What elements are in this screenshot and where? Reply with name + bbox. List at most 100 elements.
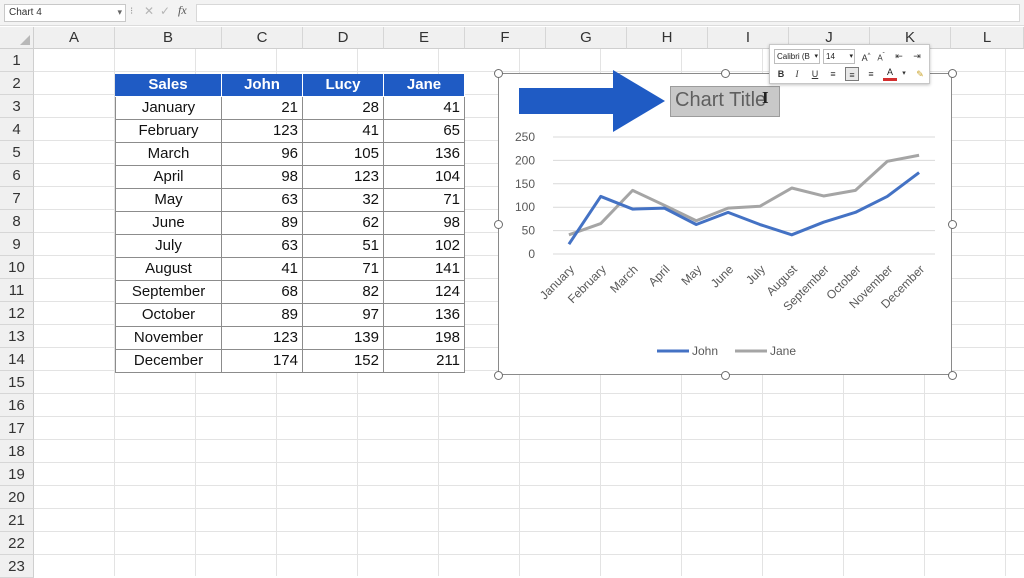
column-header-b[interactable]: B xyxy=(115,27,222,49)
resize-handle[interactable] xyxy=(948,371,957,380)
value-cell[interactable]: 139 xyxy=(303,327,384,350)
resize-handle[interactable] xyxy=(494,371,503,380)
column-header-a[interactable]: A xyxy=(34,27,115,49)
value-cell[interactable]: 105 xyxy=(303,143,384,166)
row-header-16[interactable]: 16 xyxy=(0,394,34,417)
value-cell[interactable]: 68 xyxy=(222,281,303,304)
value-cell[interactable]: 141 xyxy=(384,258,465,281)
resize-handle[interactable] xyxy=(494,69,503,78)
month-cell[interactable]: May xyxy=(115,189,222,212)
chevron-down-icon[interactable]: ▾ xyxy=(897,67,911,81)
value-cell[interactable]: 198 xyxy=(384,327,465,350)
month-cell[interactable]: October xyxy=(115,304,222,327)
value-cell[interactable]: 32 xyxy=(303,189,384,212)
increase-font-size-icon[interactable]: A^ xyxy=(859,49,873,63)
month-cell[interactable]: March xyxy=(115,143,222,166)
month-cell[interactable]: April xyxy=(115,166,222,189)
value-cell[interactable]: 82 xyxy=(303,281,384,304)
font-select[interactable]: Calibri (B ▾ xyxy=(774,49,820,64)
bold-button[interactable]: B xyxy=(774,67,788,81)
value-cell[interactable]: 41 xyxy=(222,258,303,281)
row-header-17[interactable]: 17 xyxy=(0,417,34,440)
underline-button[interactable]: U xyxy=(808,67,822,81)
column-header-d[interactable]: D xyxy=(303,27,384,49)
insert-function-button[interactable]: fx xyxy=(178,3,187,18)
value-cell[interactable]: 152 xyxy=(303,350,384,373)
cancel-icon[interactable]: ✕ xyxy=(144,4,154,18)
column-header-e[interactable]: E xyxy=(384,27,465,49)
value-cell[interactable]: 21 xyxy=(222,97,303,120)
month-cell[interactable]: January xyxy=(115,97,222,120)
value-cell[interactable]: 136 xyxy=(384,143,465,166)
arrow-shape[interactable] xyxy=(519,70,669,132)
month-cell[interactable]: December xyxy=(115,350,222,373)
resize-handle[interactable] xyxy=(494,220,503,229)
table-header-cell[interactable]: John xyxy=(222,74,303,97)
value-cell[interactable]: 63 xyxy=(222,235,303,258)
row-header-18[interactable]: 18 xyxy=(0,440,34,463)
row-header-22[interactable]: 22 xyxy=(0,532,34,555)
italic-button[interactable]: I xyxy=(790,67,804,81)
value-cell[interactable]: 41 xyxy=(384,97,465,120)
row-header-4[interactable]: 4 xyxy=(0,118,34,141)
value-cell[interactable]: 51 xyxy=(303,235,384,258)
value-cell[interactable]: 65 xyxy=(384,120,465,143)
resize-handle[interactable] xyxy=(948,220,957,229)
row-header-12[interactable]: 12 xyxy=(0,302,34,325)
table-header-cell[interactable]: Lucy xyxy=(303,74,384,97)
row-header-8[interactable]: 8 xyxy=(0,210,34,233)
value-cell[interactable]: 124 xyxy=(384,281,465,304)
month-cell[interactable]: July xyxy=(115,235,222,258)
increase-indent-icon[interactable]: ⇥ xyxy=(910,49,924,63)
enter-icon[interactable]: ✓ xyxy=(160,4,170,18)
legend-label[interactable]: Jane xyxy=(770,344,796,358)
value-cell[interactable]: 123 xyxy=(303,166,384,189)
row-header-10[interactable]: 10 xyxy=(0,256,34,279)
row-header-14[interactable]: 14 xyxy=(0,348,34,371)
resize-handle[interactable] xyxy=(721,371,730,380)
row-header-9[interactable]: 9 xyxy=(0,233,34,256)
row-header-11[interactable]: 11 xyxy=(0,279,34,302)
column-header-l[interactable]: L xyxy=(951,27,1024,49)
column-header-c[interactable]: C xyxy=(222,27,303,49)
month-cell[interactable]: November xyxy=(115,327,222,350)
row-header-1[interactable]: 1 xyxy=(0,49,34,72)
value-cell[interactable]: 63 xyxy=(222,189,303,212)
row-header-21[interactable]: 21 xyxy=(0,509,34,532)
align-left-icon[interactable]: ≡ xyxy=(826,67,840,81)
name-box[interactable]: Chart 4 ▾ xyxy=(4,4,126,22)
row-header-5[interactable]: 5 xyxy=(0,141,34,164)
table-header-cell[interactable]: Jane xyxy=(384,74,465,97)
value-cell[interactable]: 97 xyxy=(303,304,384,327)
font-size-select[interactable]: 14 ▾ xyxy=(823,49,855,64)
resize-handle[interactable] xyxy=(721,69,730,78)
value-cell[interactable]: 89 xyxy=(222,212,303,235)
month-cell[interactable]: September xyxy=(115,281,222,304)
align-center-icon[interactable]: ≡ xyxy=(845,67,859,81)
value-cell[interactable]: 41 xyxy=(303,120,384,143)
value-cell[interactable]: 98 xyxy=(222,166,303,189)
chart-title[interactable]: Chart Title xyxy=(675,89,766,112)
select-all-button[interactable] xyxy=(0,27,34,49)
formula-input[interactable] xyxy=(196,4,1020,22)
value-cell[interactable]: 71 xyxy=(303,258,384,281)
font-color-button[interactable]: A xyxy=(883,67,897,81)
value-cell[interactable]: 89 xyxy=(222,304,303,327)
value-cell[interactable]: 136 xyxy=(384,304,465,327)
row-header-15[interactable]: 15 xyxy=(0,371,34,394)
value-cell[interactable]: 98 xyxy=(384,212,465,235)
row-header-2[interactable]: 2 xyxy=(0,72,34,95)
legend-label[interactable]: John xyxy=(692,344,718,358)
value-cell[interactable]: 62 xyxy=(303,212,384,235)
row-header-13[interactable]: 13 xyxy=(0,325,34,348)
row-header-3[interactable]: 3 xyxy=(0,95,34,118)
row-header-19[interactable]: 19 xyxy=(0,463,34,486)
column-header-g[interactable]: G xyxy=(546,27,627,49)
value-cell[interactable]: 174 xyxy=(222,350,303,373)
row-header-20[interactable]: 20 xyxy=(0,486,34,509)
chevron-down-icon[interactable]: ▾ xyxy=(117,7,122,18)
value-cell[interactable]: 123 xyxy=(222,327,303,350)
series-line-jane[interactable] xyxy=(568,153,920,237)
decrease-indent-icon[interactable]: ⇤ xyxy=(892,49,906,63)
month-cell[interactable]: June xyxy=(115,212,222,235)
